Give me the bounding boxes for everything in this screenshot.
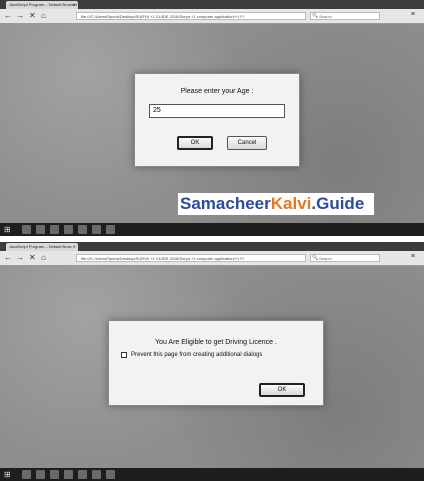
address-bar[interactable]: file:///C:/Users/Sports/Desktop/SURYA +1… [76, 12, 306, 20]
forward-icon[interactable]: → [16, 253, 24, 263]
navigation-toolbar: ← → ✕ ⌂ file:///C:/Users/Sports/Desktop/… [0, 9, 424, 24]
cancel-button[interactable]: Cancel [227, 136, 267, 150]
search-input[interactable]: 🔍 Search [310, 254, 380, 262]
watermark-part3: .Guide [311, 194, 365, 213]
start-icon[interactable]: ⊞ [4, 225, 11, 234]
alert-message: You Are Eligible to get Driving Licence … [155, 339, 277, 346]
tab-title: JavaScript Program – Default Brow [9, 244, 72, 249]
back-icon[interactable]: ← [4, 11, 12, 21]
taskbar-app-icon[interactable] [36, 470, 45, 479]
browser-tab[interactable]: JavaScript Program – Default Brow ✕ [6, 243, 78, 251]
search-icon: 🔍 [312, 255, 319, 261]
windows-taskbar: ⊞ [0, 468, 424, 481]
home-icon[interactable]: ⌂ [41, 11, 46, 21]
stop-icon[interactable]: ✕ [29, 253, 36, 263]
ok-button[interactable]: OK [259, 383, 305, 397]
screenshot-prompt: JavaScript Program – Default Browser ✕ ←… [0, 0, 424, 236]
prevent-dialogs-label: Prevent this page from creating addition… [131, 352, 263, 358]
tab-close-icon[interactable]: ✕ [73, 1, 76, 9]
taskbar-app-icon[interactable] [50, 225, 59, 234]
search-placeholder: Search [319, 14, 332, 19]
taskbar-app-icon[interactable] [92, 225, 101, 234]
navigation-toolbar: ← → ✕ ⌂ file:///C:/Users/Sports/Desktop/… [0, 251, 424, 266]
menu-icon[interactable]: ≡ [411, 11, 418, 18]
start-icon[interactable]: ⊞ [4, 470, 11, 479]
tab-close-icon[interactable]: ✕ [73, 243, 76, 251]
age-input[interactable]: 25 [149, 104, 285, 118]
taskbar-app-icon[interactable] [106, 470, 115, 479]
watermark-part1: Samacheer [180, 194, 271, 213]
taskbar-app-icon[interactable] [64, 225, 73, 234]
taskbar-app-icon[interactable] [78, 470, 87, 479]
watermark-part2: Kalvi [270, 194, 312, 213]
browser-tab[interactable]: JavaScript Program – Default Browser ✕ [6, 1, 78, 9]
tab-strip: JavaScript Program – Default Browser ✕ [0, 0, 424, 9]
menu-icon[interactable]: ≡ [411, 253, 418, 260]
taskbar-app-icon[interactable] [36, 225, 45, 234]
tab-strip: JavaScript Program – Default Brow ✕ [0, 242, 424, 251]
search-input[interactable]: 🔍 Search [310, 12, 380, 20]
taskbar-app-icon[interactable] [22, 225, 31, 234]
forward-icon[interactable]: → [16, 11, 24, 21]
search-placeholder: Search [319, 256, 332, 261]
taskbar-app-icon[interactable] [92, 470, 101, 479]
alert-dialog: You Are Eligible to get Driving Licence … [108, 320, 324, 406]
prevent-dialogs-checkbox[interactable] [121, 352, 127, 358]
taskbar-app-icon[interactable] [22, 470, 31, 479]
stop-icon[interactable]: ✕ [29, 11, 36, 21]
back-icon[interactable]: ← [4, 253, 12, 263]
taskbar-app-icon[interactable] [78, 225, 87, 234]
site-watermark: SamacheerKalvi.Guide [178, 193, 374, 215]
address-bar[interactable]: file:///C:/Users/Sports/Desktop/SURYA +1… [76, 254, 306, 262]
home-icon[interactable]: ⌂ [41, 253, 46, 263]
prompt-message: Please enter your Age : [180, 88, 254, 95]
tab-title: JavaScript Program – Default Browser [9, 2, 78, 7]
taskbar-app-icon[interactable] [50, 470, 59, 479]
search-icon: 🔍 [312, 13, 319, 19]
screenshot-alert: JavaScript Program – Default Brow ✕ ← → … [0, 242, 424, 481]
windows-taskbar: ⊞ [0, 223, 424, 236]
taskbar-app-icon[interactable] [64, 470, 73, 479]
taskbar-app-icon[interactable] [106, 225, 115, 234]
ok-button[interactable]: OK [177, 136, 213, 150]
prompt-dialog: Please enter your Age : 25 OK Cancel [134, 73, 300, 167]
